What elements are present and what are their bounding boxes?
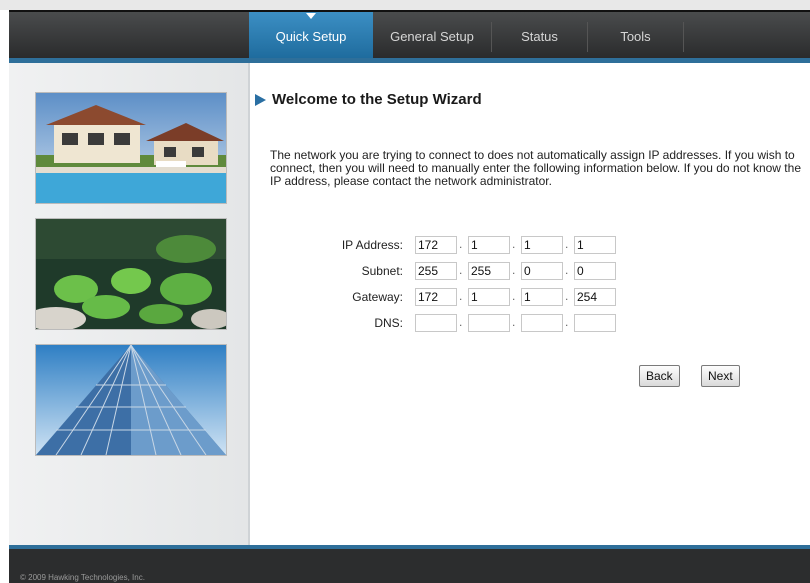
tab-status[interactable]: Status [492, 12, 587, 58]
octet-separator: . [512, 315, 516, 329]
tab-divider [683, 22, 684, 52]
octet-separator: . [565, 263, 569, 277]
dns-octet-1[interactable] [415, 314, 457, 332]
subnet-octet-1[interactable]: 255 [415, 262, 457, 280]
copyright-text: © 2009 Hawking Technologies, Inc. [20, 573, 145, 582]
top-strip [0, 0, 810, 10]
dns-octet-4[interactable] [574, 314, 616, 332]
octet-separator: . [565, 237, 569, 251]
dns-octet-2[interactable] [468, 314, 510, 332]
gateway-octet-1[interactable]: 172 [415, 288, 457, 306]
arrow-right-icon [255, 93, 266, 106]
octet-separator: . [512, 237, 516, 251]
octet-separator: . [459, 237, 463, 251]
subnet-label: Subnet: [361, 264, 403, 278]
ip-octet-2[interactable]: 1 [468, 236, 510, 254]
page-heading: Welcome to the Setup Wizard [255, 91, 482, 108]
ip-octet-1[interactable]: 172 [415, 236, 457, 254]
ip-octet-4[interactable]: 1 [574, 236, 616, 254]
sidebar [9, 63, 250, 545]
dns-row: DNS: . . . [250, 314, 810, 332]
octet-separator: . [512, 263, 516, 277]
ip-address-label: IP Address: [341, 238, 403, 252]
pond-photo [35, 218, 227, 330]
main-nav: Quick Setup General Setup Status Tools [249, 12, 684, 58]
house-photo [35, 92, 227, 204]
octet-separator: . [459, 315, 463, 329]
tab-general-setup[interactable]: General Setup [373, 12, 491, 58]
octet-separator: . [459, 263, 463, 277]
octet-separator: . [565, 289, 569, 303]
subnet-octet-2[interactable]: 255 [468, 262, 510, 280]
subnet-row: Subnet: 255 . 255 . 0 . 0 [250, 262, 810, 280]
octet-separator: . [512, 289, 516, 303]
dns-octet-3[interactable] [521, 314, 563, 332]
octet-separator: . [459, 289, 463, 303]
tab-tools[interactable]: Tools [588, 12, 683, 58]
gateway-octet-3[interactable]: 1 [521, 288, 563, 306]
gateway-row: Gateway: 172 . 1 . 1 . 254 [250, 288, 810, 306]
octet-separator: . [565, 315, 569, 329]
main-content: Welcome to the Setup Wizard The network … [250, 63, 810, 545]
header-bar: Quick Setup General Setup Status Tools [9, 10, 810, 58]
gateway-octet-4[interactable]: 254 [574, 288, 616, 306]
dns-label: DNS: [374, 316, 403, 330]
back-button[interactable]: Back [639, 365, 680, 387]
next-button[interactable]: Next [701, 365, 740, 387]
tab-quick-setup[interactable]: Quick Setup [249, 12, 373, 58]
subnet-octet-4[interactable]: 0 [574, 262, 616, 280]
ip-address-row: IP Address: 172 . 1 . 1 . 1 [250, 236, 810, 254]
page-title: Welcome to the Setup Wizard [272, 91, 482, 108]
wizard-description: The network you are trying to connect to… [270, 148, 801, 188]
gateway-label: Gateway: [352, 290, 403, 304]
building-photo [35, 344, 227, 456]
gateway-octet-2[interactable]: 1 [468, 288, 510, 306]
ip-octet-3[interactable]: 1 [521, 236, 563, 254]
subnet-octet-3[interactable]: 0 [521, 262, 563, 280]
